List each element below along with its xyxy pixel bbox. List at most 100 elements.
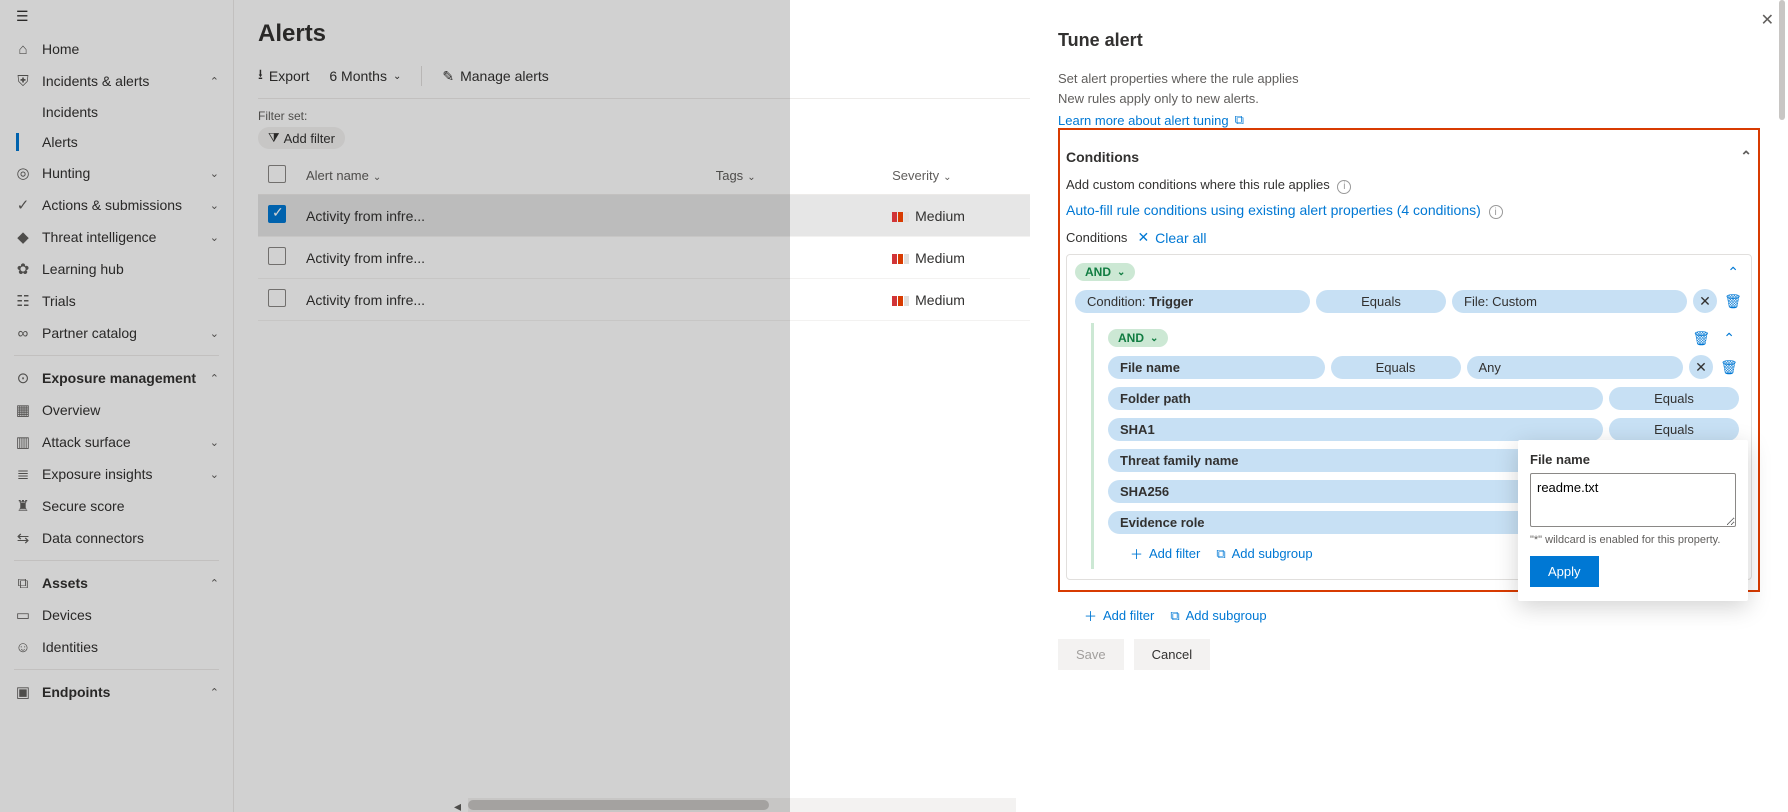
collapse-icon[interactable]: ⌃	[1723, 264, 1743, 281]
subgroup-icon: ⧉	[1216, 546, 1225, 562]
learn-more-link[interactable]: Learn more about alert tuning ⧉	[1058, 112, 1244, 128]
chevron-icon: ⌄	[210, 468, 219, 481]
sidebar-item[interactable]: ⌂Home	[0, 33, 233, 65]
select-all-checkbox[interactable]	[268, 165, 286, 183]
panel-desc: Set alert properties where the rule appl…	[1058, 69, 1760, 108]
condition-op-pill[interactable]: Equals	[1331, 356, 1461, 379]
nav-label: Partner catalog	[42, 325, 200, 341]
apply-button[interactable]: Apply	[1530, 556, 1599, 587]
condition-field-pill[interactable]: File name	[1108, 356, 1325, 379]
nav-label: Assets	[42, 575, 200, 591]
condition-op-pill[interactable]: Equals	[1609, 418, 1739, 441]
sidebar-item[interactable]: ✓Actions & submissions⌄	[0, 189, 233, 221]
nav-label: Hunting	[42, 165, 200, 181]
col-alert-name[interactable]: Alert name⌄	[296, 157, 706, 195]
sidebar-item[interactable]: ▣Endpoints⌃	[0, 676, 233, 708]
subgroup-icon: ⧉	[1170, 608, 1179, 624]
row-checkbox[interactable]	[268, 247, 286, 265]
nav-icon: ⇆	[14, 529, 32, 547]
nav-label: Alerts	[42, 134, 219, 150]
sidebar-item[interactable]: ✿ Learning hub	[0, 253, 233, 285]
sidebar-item[interactable]: ◎Hunting⌄	[0, 157, 233, 189]
chevron-icon: ⌄	[210, 167, 219, 180]
delete-icon[interactable]: 🗑	[1723, 293, 1743, 310]
nav-label: Learning hub	[42, 261, 219, 277]
delete-icon[interactable]: 🗑	[1719, 359, 1739, 376]
nav-label: Attack surface	[42, 434, 200, 450]
add-filter-button[interactable]: ＋ Add filter	[1130, 544, 1200, 563]
delete-icon[interactable]: 🗑	[1691, 330, 1711, 347]
remove-value-icon[interactable]: ✕	[1693, 289, 1717, 313]
condition-field-pill[interactable]: Condition: Trigger	[1075, 290, 1310, 313]
condition-op-pill[interactable]: Equals	[1609, 387, 1739, 410]
condition-field-pill[interactable]: Folder path	[1108, 387, 1603, 410]
nav-icon: ▣	[14, 683, 32, 701]
nav-label: Data connectors	[42, 530, 219, 546]
clear-all-button[interactable]: ✕ Clear all	[1137, 229, 1206, 246]
cancel-button[interactable]: Cancel	[1134, 639, 1210, 670]
manage-alerts-button[interactable]: ✎ Manage alerts	[442, 68, 548, 85]
remove-value-icon[interactable]: ✕	[1689, 355, 1713, 379]
add-filter-button[interactable]: ＋ Add filter	[1084, 606, 1154, 625]
sidebar-item[interactable]: ≣Exposure insights⌄	[0, 458, 233, 490]
nav-icon: ≣	[14, 465, 32, 483]
nav-icon: ✿	[14, 260, 32, 278]
info-icon[interactable]: i	[1337, 180, 1351, 194]
condition-val-pill[interactable]: File: Custom	[1452, 290, 1687, 313]
horizontal-scrollbar[interactable]: ◂	[468, 798, 1016, 812]
close-icon[interactable]: ✕	[1761, 10, 1774, 30]
condition-row: Condition: Trigger Equals File: Custom ✕…	[1075, 289, 1743, 313]
filename-flyout: File name "*" wildcard is enabled for th…	[1518, 440, 1748, 601]
add-filter-chip[interactable]: ⧩ Add filter	[258, 127, 345, 149]
sidebar-item[interactable]: ⇆ Data connectors	[0, 522, 233, 554]
chevron-icon: ⌃	[210, 75, 219, 88]
sidebar: ☰ ⌂Home⛨Incidents & alerts⌃ Incidents Aler…	[0, 0, 234, 812]
chevron-down-icon: ⌄	[1150, 333, 1158, 344]
sidebar-item[interactable]: ☷Trials	[0, 285, 233, 317]
nav-icon: ∞	[14, 324, 32, 342]
panel-scrollbar[interactable]	[1779, 0, 1785, 120]
info-icon[interactable]: i	[1489, 205, 1503, 219]
add-subgroup-button[interactable]: ⧉ Add subgroup	[1216, 544, 1312, 563]
collapse-icon[interactable]: ⌃	[1719, 330, 1739, 347]
nav-icon: ◆	[14, 228, 32, 246]
sidebar-item[interactable]: ◆Threat intelligence⌄	[0, 221, 233, 253]
sidebar-item[interactable]: Alerts	[0, 127, 233, 157]
col-tags[interactable]: Tags⌄	[706, 157, 882, 195]
cell-alert-name: Activity from infre...	[296, 237, 706, 279]
save-button[interactable]: Save	[1058, 639, 1124, 670]
flyout-hint: "*" wildcard is enabled for this propert…	[1530, 534, 1736, 546]
sidebar-item[interactable]: ∞Partner catalog⌄	[0, 317, 233, 349]
condition-op-pill[interactable]: Equals	[1316, 290, 1446, 313]
nav-label: Threat intelligence	[42, 229, 200, 245]
hamburger-icon[interactable]: ☰	[0, 0, 233, 33]
nav-label: Incidents	[42, 104, 219, 120]
conditions-label: Conditions	[1066, 230, 1127, 245]
sidebar-item[interactable]: ⛨Incidents & alerts⌃	[0, 65, 233, 97]
plus-icon: ＋	[1130, 544, 1143, 563]
sidebar-item[interactable]: ▥Attack surface⌄	[0, 426, 233, 458]
sidebar-item[interactable]: ⧉Assets⌃	[0, 567, 233, 599]
and-operator-pill[interactable]: AND ⌄	[1075, 263, 1135, 281]
chevron-down-icon: ⌄	[1117, 267, 1125, 278]
sidebar-item[interactable]: ▦Overview	[0, 394, 233, 426]
condition-val-pill[interactable]: Any	[1467, 356, 1684, 379]
sidebar-item[interactable]: ♜Secure score	[0, 490, 233, 522]
add-subgroup-button[interactable]: ⧉ Add subgroup	[1170, 606, 1266, 625]
row-checkbox[interactable]	[268, 205, 286, 223]
condition-field-pill[interactable]: SHA1	[1108, 418, 1603, 441]
filename-input[interactable]	[1530, 473, 1736, 527]
collapse-icon[interactable]: ⌃	[1740, 148, 1752, 165]
and-operator-pill[interactable]: AND ⌄	[1108, 329, 1168, 347]
row-checkbox[interactable]	[268, 289, 286, 307]
export-button[interactable]: ⭳ Export	[258, 64, 309, 88]
sidebar-item[interactable]: ⊙Exposure management⌃	[0, 362, 233, 394]
sidebar-item[interactable]: ☺Identities	[0, 631, 233, 663]
sidebar-item[interactable]: ▭Devices	[0, 599, 233, 631]
condition-row: File name Equals Any✕ 🗑	[1108, 355, 1739, 379]
period-dropdown[interactable]: 6 Months ⌄	[329, 68, 401, 84]
nav-icon: ⛨	[14, 72, 32, 90]
flyout-label: File name	[1530, 452, 1736, 467]
autofill-link[interactable]: Auto-fill rule conditions using existing…	[1066, 202, 1481, 218]
sidebar-item[interactable]: Incidents	[0, 97, 233, 127]
